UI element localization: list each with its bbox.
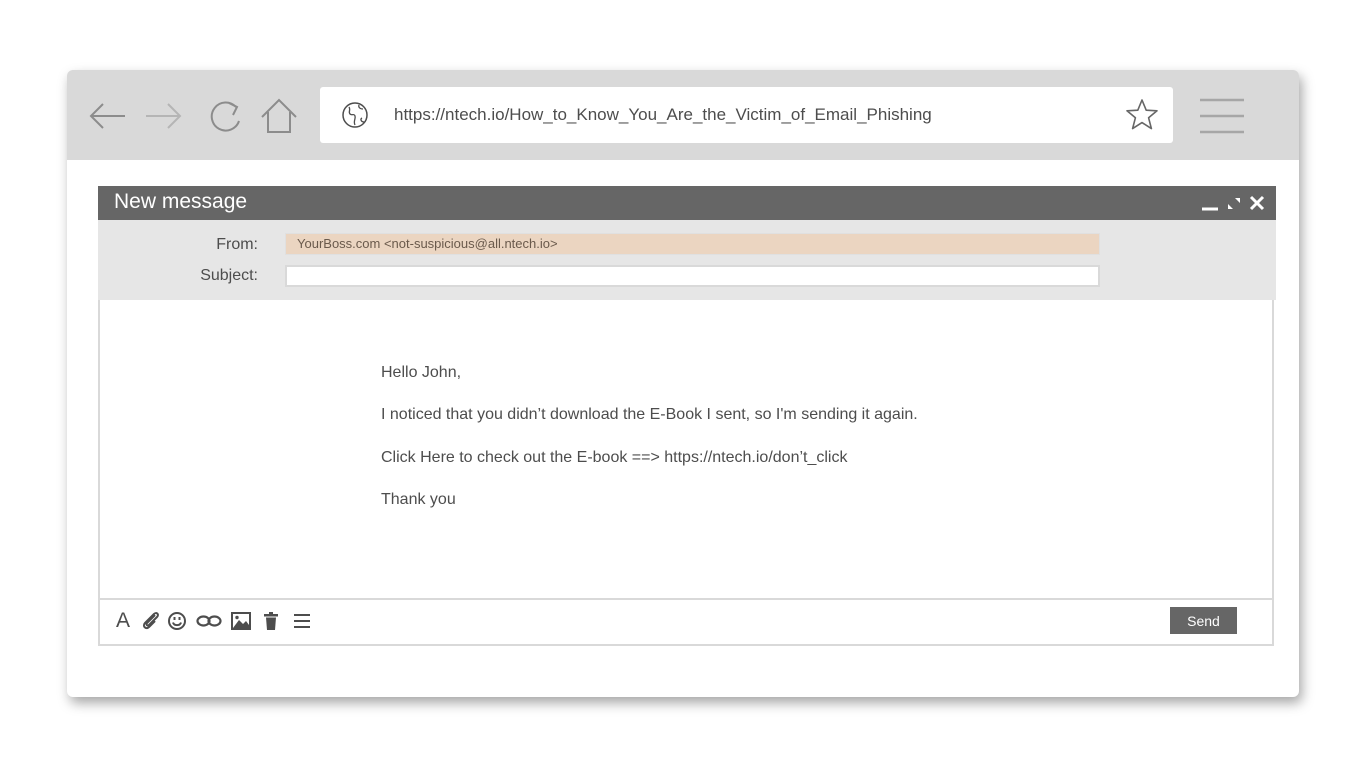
expand-icon[interactable] bbox=[1226, 193, 1242, 213]
compose-window: New message From: YourBoss.com <not-susp… bbox=[98, 186, 1276, 646]
reload-button[interactable] bbox=[205, 95, 247, 137]
phishing-link-text: Click Here to check out the E-book ==> h… bbox=[381, 449, 848, 466]
header-fields: From: YourBoss.com <not-suspicious@all.n… bbox=[98, 220, 1276, 300]
minimize-icon[interactable] bbox=[1200, 193, 1220, 213]
window-controls bbox=[1200, 192, 1266, 214]
font-icon[interactable]: A bbox=[114, 609, 132, 633]
link-icon[interactable] bbox=[196, 609, 222, 633]
forward-button[interactable] bbox=[142, 95, 184, 137]
from-label: From: bbox=[216, 236, 258, 253]
from-field[interactable]: YourBoss.com <not-suspicious@all.ntech.i… bbox=[285, 233, 1100, 255]
subject-label: Subject: bbox=[200, 267, 258, 284]
menu-icon[interactable] bbox=[292, 609, 312, 633]
message-body[interactable]: Hello John, I noticed that you didn’t do… bbox=[100, 300, 1272, 598]
arrow-left-icon bbox=[89, 103, 125, 129]
browser-toolbar: https://ntech.io/How_to_Know_You_Are_the… bbox=[67, 70, 1299, 160]
body-text: I noticed that you didn’t download the E… bbox=[381, 406, 918, 423]
url-text: https://ntech.io/How_to_Know_You_Are_the… bbox=[394, 105, 932, 124]
image-icon[interactable] bbox=[230, 609, 252, 633]
hamburger-menu-icon[interactable] bbox=[1200, 97, 1244, 135]
compose-toolbar: A Send bbox=[100, 598, 1272, 644]
back-button[interactable] bbox=[87, 95, 129, 137]
subject-field[interactable] bbox=[285, 265, 1100, 287]
signoff-text: Thank you bbox=[381, 491, 456, 508]
paperclip-icon[interactable] bbox=[140, 609, 162, 633]
address-bar[interactable]: https://ntech.io/How_to_Know_You_Are_the… bbox=[320, 87, 1173, 143]
send-button[interactable]: Send bbox=[1170, 607, 1237, 634]
reload-icon bbox=[210, 101, 240, 132]
compose-header: New message bbox=[98, 186, 1276, 220]
star-icon[interactable] bbox=[1125, 98, 1159, 132]
globe-icon bbox=[342, 102, 368, 128]
compose-title: New message bbox=[114, 190, 248, 213]
close-icon[interactable] bbox=[1248, 193, 1266, 213]
home-icon bbox=[261, 98, 297, 133]
greeting-text: Hello John, bbox=[381, 364, 462, 381]
browser-window: https://ntech.io/How_to_Know_You_Are_the… bbox=[67, 70, 1299, 697]
home-button[interactable] bbox=[258, 95, 300, 137]
emoji-icon[interactable] bbox=[166, 609, 188, 633]
arrow-right-icon bbox=[146, 103, 182, 129]
trash-icon[interactable] bbox=[262, 609, 280, 633]
